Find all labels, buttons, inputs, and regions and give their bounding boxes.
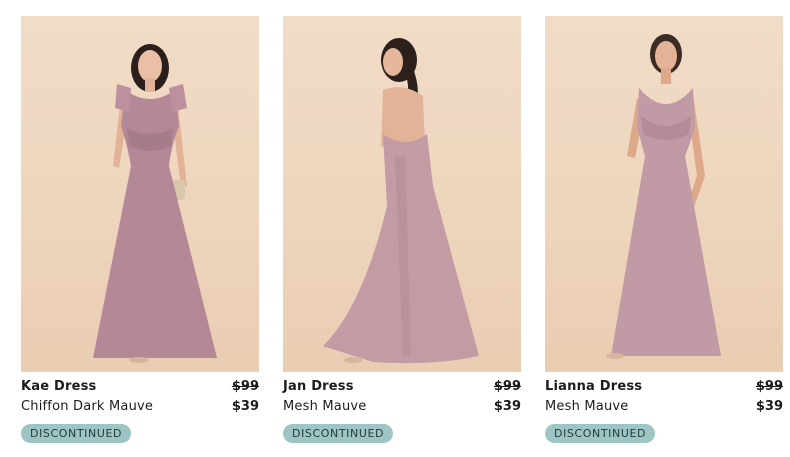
product-variant: Chiffon Dark Mauve (21, 399, 154, 414)
model-dress-illustration (323, 38, 479, 364)
product-card-jan[interactable]: Jan Dress $99 Mesh Mauve $39 DISCONTINUE… (283, 16, 521, 443)
product-card-kae[interactable]: Kae Dress $99 Chiffon Dark Mauve $39 DIS… (21, 16, 259, 443)
product-name[interactable]: Lianna Dress (545, 379, 642, 394)
product-photo[interactable] (21, 16, 259, 372)
product-variant: Mesh Mauve (283, 399, 367, 414)
original-price: $99 (231, 379, 259, 394)
original-price: $99 (493, 379, 521, 394)
status-badge: DISCONTINUED (545, 424, 656, 443)
sale-price: $39 (755, 399, 783, 414)
status-badge: DISCONTINUED (21, 424, 132, 443)
sale-price: $39 (231, 399, 259, 414)
product-photo[interactable] (545, 16, 783, 372)
product-name[interactable]: Kae Dress (21, 379, 96, 394)
product-grid: Kae Dress $99 Chiffon Dark Mauve $39 DIS… (0, 0, 790, 457)
model-dress-illustration (606, 34, 721, 359)
product-name[interactable]: Jan Dress (283, 379, 354, 394)
product-photo[interactable] (283, 16, 521, 372)
product-card-lianna[interactable]: Lianna Dress $99 Mesh Mauve $39 DISCONTI… (545, 16, 783, 443)
model-dress-illustration (93, 44, 217, 363)
sale-price: $39 (493, 399, 521, 414)
product-variant: Mesh Mauve (545, 399, 629, 414)
status-badge: DISCONTINUED (283, 424, 394, 443)
original-price: $99 (755, 379, 783, 394)
